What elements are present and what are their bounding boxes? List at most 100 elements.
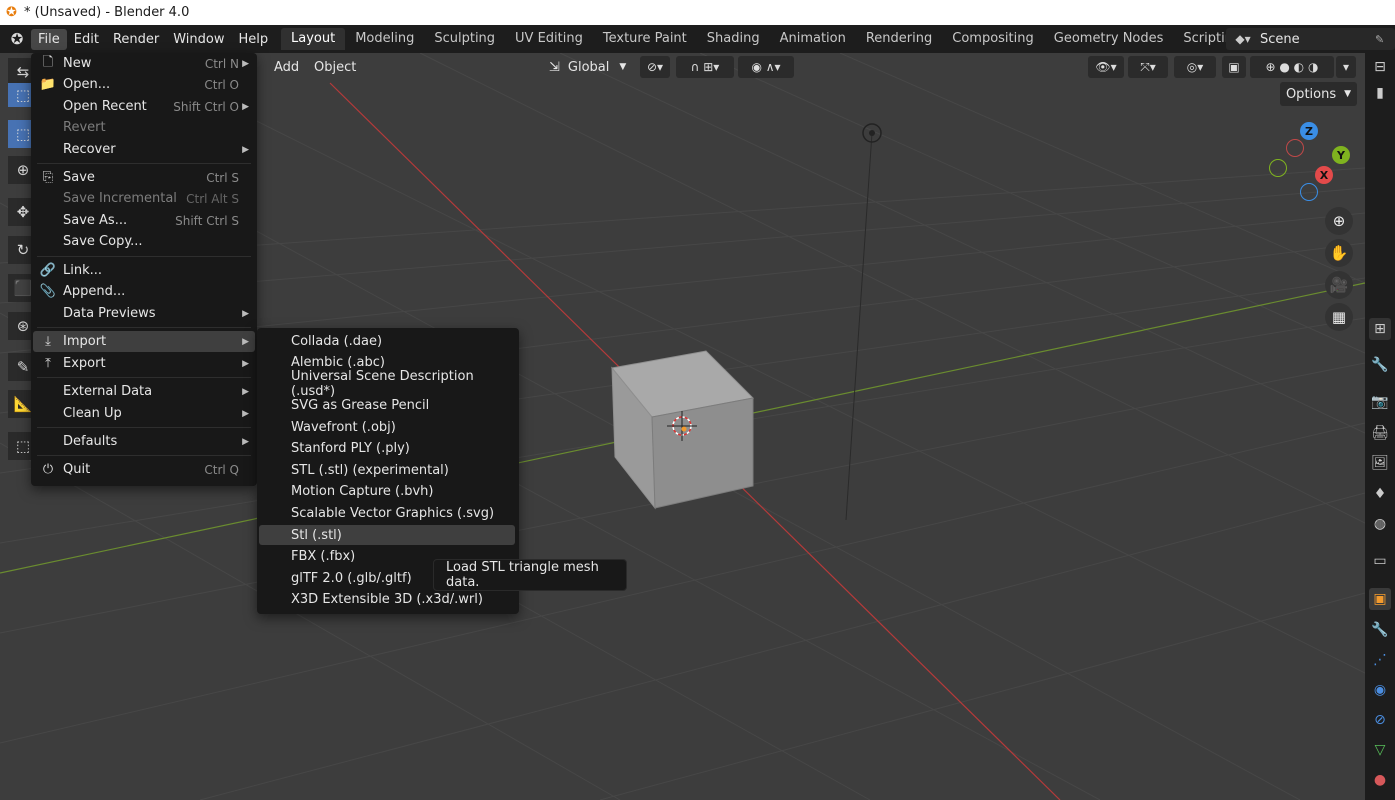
window-titlebar: ✪ * (Unsaved) - Blender 4.0 (0, 0, 1395, 25)
menu-file[interactable]: File (31, 28, 67, 50)
menu-help[interactable]: Help (232, 29, 276, 50)
import-wavefront-obj[interactable]: Wavefront (.obj) (259, 417, 515, 437)
scene-name[interactable]: Scene (1260, 32, 1375, 47)
menu-divider (37, 377, 251, 378)
blender-menu-icon[interactable]: ✪ (6, 28, 28, 50)
menu-item-data-previews[interactable]: Data Previews ▶ (33, 303, 255, 324)
chevron-down-icon: ▼ (619, 62, 627, 72)
import-usd[interactable]: Universal Scene Description (.usd*) (259, 369, 515, 399)
import-collada[interactable]: Collada (.dae) (259, 331, 515, 351)
file-menu: 🗋 New Ctrl N ▶ 📁 Open... Ctrl O Open Recent Sh… (31, 53, 257, 486)
transform-orientation-dropdown[interactable]: ⇲ Global ▼ (549, 57, 626, 77)
menu-divider (37, 256, 251, 257)
menu-item-append[interactable]: 📎 Append... (33, 281, 255, 302)
visibility-button[interactable]: 👁▾ (1088, 56, 1124, 78)
scene-selector[interactable]: ◆▾ Scene ✎ (1226, 28, 1395, 50)
menu-item-new[interactable]: 🗋 New Ctrl N ▶ (33, 53, 255, 74)
x-axis-gizmo[interactable]: X (1315, 166, 1333, 184)
pivot-point-button[interactable]: ⊘▾ (640, 56, 670, 78)
render-properties-icon[interactable]: 📷 (1369, 391, 1391, 413)
menu-item-external-data[interactable]: External Data ▶ (33, 381, 255, 402)
proportional-edit-button[interactable]: ◉ ∧▾ (738, 56, 794, 78)
menu-render[interactable]: Render (106, 29, 166, 50)
import-svg-grease-pencil[interactable]: SVG as Grease Pencil (259, 395, 515, 415)
menu-item-save[interactable]: ⎘ Save Ctrl S (33, 167, 255, 188)
menu-item-save-copy[interactable]: Save Copy... (33, 231, 255, 252)
z-axis-gizmo[interactable]: Z (1300, 122, 1318, 140)
import-motion-capture-bvh[interactable]: Motion Capture (.bvh) (259, 481, 515, 501)
shading-mode-buttons[interactable]: ⊕ ● ◐ ◑ (1250, 56, 1334, 78)
menu-item-export[interactable]: ⤒ Export ▶ (33, 353, 255, 374)
tab-layout[interactable]: Layout (281, 28, 346, 50)
tab-texture-paint[interactable]: Texture Paint (593, 28, 697, 50)
overlays-button[interactable]: ◎▾ (1174, 56, 1216, 78)
tab-sculpting[interactable]: Sculpting (424, 28, 505, 50)
object-properties-icon[interactable]: ▣ (1369, 588, 1391, 610)
menu-item-save-incremental[interactable]: Save Incremental Ctrl Alt S (33, 188, 255, 209)
menu-edit[interactable]: Edit (67, 29, 106, 50)
modifier-properties-icon[interactable]: 🔧 (1369, 619, 1391, 641)
menu-item-recover[interactable]: Recover ▶ (33, 139, 255, 160)
camera-view-icon[interactable]: 🎥 (1325, 271, 1353, 299)
tab-uv-editing[interactable]: UV Editing (505, 28, 593, 50)
menu-window[interactable]: Window (166, 29, 231, 50)
neg-x-axis-gizmo[interactable] (1269, 159, 1287, 177)
tab-animation[interactable]: Animation (770, 28, 856, 50)
object-menu[interactable]: Object (314, 57, 356, 77)
menu-item-save-as[interactable]: Save As... Shift Ctrl S (33, 210, 255, 231)
gizmo-toggle-button[interactable]: ⤧▾ (1128, 56, 1168, 78)
toolbar-toggle-icon[interactable]: ⊟ (1369, 56, 1391, 78)
menu-item-open-recent[interactable]: Open Recent Shift Ctrl O ▶ (33, 96, 255, 117)
pan-hand-icon[interactable]: ✋ (1325, 239, 1353, 267)
options-dropdown[interactable]: Options ▼ (1280, 82, 1357, 106)
y-axis-gizmo[interactable]: Y (1332, 146, 1350, 164)
tool-properties-icon[interactable]: 🔧 (1369, 354, 1391, 376)
window-title: * (Unsaved) - Blender 4.0 (24, 5, 190, 20)
pin-icon[interactable]: ✎ (1375, 33, 1395, 46)
object-data-icon[interactable]: ▽ (1369, 739, 1391, 761)
particles-icon[interactable]: ⋰ (1369, 649, 1391, 671)
import-stl[interactable]: Stl (.stl) (259, 525, 515, 545)
link-icon: 🔗 (39, 263, 57, 278)
collection-properties-icon[interactable]: ▭ (1369, 550, 1391, 572)
save-icon: ⎘ (42, 170, 54, 185)
import-icon: ⤓ (45, 334, 51, 349)
constraints-icon[interactable]: ⊘ (1369, 709, 1391, 731)
menu-item-quit[interactable]: ⏻ Quit Ctrl Q (33, 459, 255, 480)
menu-item-link[interactable]: 🔗 Link... (33, 260, 255, 281)
import-stl-experimental[interactable]: STL (.stl) (experimental) (259, 460, 515, 480)
snap-button[interactable]: ∩ ⊞▾ (676, 56, 734, 78)
tab-geometry-nodes[interactable]: Geometry Nodes (1044, 28, 1174, 50)
xray-button[interactable]: ▣ (1222, 56, 1246, 78)
import-x3d[interactable]: X3D Extensible 3D (.x3d/.wrl) (259, 589, 515, 609)
material-icon[interactable]: ● (1369, 769, 1391, 791)
ortho-grid-icon[interactable]: ▦ (1325, 303, 1353, 331)
neg-z-axis-gizmo[interactable] (1300, 183, 1318, 201)
menu-item-defaults[interactable]: Defaults ▶ (33, 431, 255, 452)
tab-modeling[interactable]: Modeling (345, 28, 424, 50)
view-layer-icon[interactable]: 🖼 (1369, 452, 1391, 474)
neg-y-axis-gizmo[interactable] (1286, 139, 1304, 157)
world-properties-icon[interactable]: ◍ (1369, 513, 1391, 535)
menu-item-clean-up[interactable]: Clean Up ▶ (33, 403, 255, 424)
properties-toggle-icon[interactable]: ⊞ (1369, 318, 1391, 340)
menu-item-import[interactable]: ⤓ Import ▶ (33, 331, 255, 352)
add-menu[interactable]: Add (274, 57, 299, 77)
properties-tab-strip: ⊟ ▮ ⊞ 🔧 📷 🖨 🖼 ♦ ◍ ▭ ▣ 🔧 ⋰ ◉ ⊘ ▽ ● (1365, 53, 1395, 800)
tab-shading[interactable]: Shading (697, 28, 770, 50)
import-svg[interactable]: Scalable Vector Graphics (.svg) (259, 503, 515, 523)
physics-icon[interactable]: ◉ (1369, 679, 1391, 701)
shading-dropdown[interactable]: ▾ (1336, 56, 1356, 78)
workspace-tabs: Layout Modeling Sculpting UV Editing Tex… (281, 28, 1280, 50)
menu-item-revert[interactable]: Revert (33, 117, 255, 138)
tab-rendering[interactable]: Rendering (856, 28, 942, 50)
outliner-icon[interactable]: ▮ (1369, 82, 1391, 104)
import-stanford-ply[interactable]: Stanford PLY (.ply) (259, 438, 515, 458)
chevron-down-icon: ▼ (1344, 89, 1352, 99)
tab-compositing[interactable]: Compositing (942, 28, 1044, 50)
output-properties-icon[interactable]: 🖨 (1369, 422, 1391, 444)
menu-item-open[interactable]: 📁 Open... Ctrl O (33, 74, 255, 95)
scene-properties-icon[interactable]: ♦ (1369, 483, 1391, 505)
orientation-icon: ⇲ (549, 59, 560, 75)
zoom-icon[interactable]: ⊕ (1325, 207, 1353, 235)
